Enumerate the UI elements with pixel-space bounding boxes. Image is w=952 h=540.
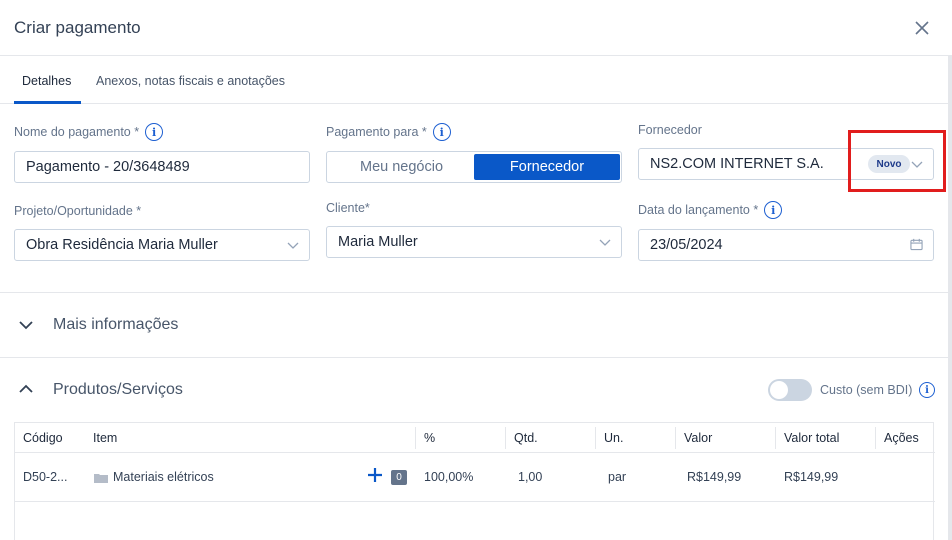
data-label: Data do lançamento * i xyxy=(638,201,783,219)
custo-toggle[interactable] xyxy=(768,379,812,401)
produtos-servicos-header[interactable]: Produtos/Serviços xyxy=(53,381,183,399)
cell-un: par xyxy=(608,470,627,484)
nome-value: Pagamento - 20/3648489 xyxy=(26,159,190,175)
cliente-label: Cliente* xyxy=(326,201,370,215)
column-separator xyxy=(415,427,416,449)
plus-icon[interactable] xyxy=(367,467,383,483)
projeto-label-text: Projeto/Oportunidade * xyxy=(14,204,142,218)
th-item: Item xyxy=(93,431,118,445)
fornecedor-label-text: Fornecedor xyxy=(638,123,702,137)
table-header: Código Item % Qtd. Un. Valor Valor total… xyxy=(15,423,935,453)
cell-valor: R$149,99 xyxy=(687,470,742,484)
highlight-box xyxy=(848,130,946,192)
cliente-select[interactable]: Maria Muller xyxy=(326,226,622,258)
projeto-select[interactable]: Obra Residência Maria Muller xyxy=(14,229,310,261)
pagamento-para-label: Pagamento para * i xyxy=(326,123,451,141)
cell-qtd: 1,00 xyxy=(518,470,543,484)
cliente-label-text: Cliente* xyxy=(326,201,370,215)
column-separator xyxy=(675,427,676,449)
data-label-text: Data do lançamento * xyxy=(638,203,759,217)
cliente-value: Maria Muller xyxy=(338,234,418,250)
scrollbar[interactable] xyxy=(948,56,952,540)
pagamento-para-label-text: Pagamento para * xyxy=(326,125,427,139)
mais-informacoes-header[interactable]: Mais informações xyxy=(53,316,178,334)
nome-label-text: Nome do pagamento * xyxy=(14,125,140,139)
info-icon[interactable]: i xyxy=(764,201,783,219)
toggle-knob xyxy=(770,381,788,399)
data-input[interactable]: 23/05/2024 xyxy=(638,229,934,261)
option-meu-negocio[interactable]: Meu negócio xyxy=(329,154,474,180)
close-icon[interactable] xyxy=(912,18,932,38)
tab-anexos[interactable]: Anexos, notas fiscais e anotações xyxy=(96,74,285,88)
info-icon[interactable]: i xyxy=(145,123,164,141)
th-percent: % xyxy=(424,431,436,445)
divider xyxy=(0,357,952,358)
tab-active-indicator xyxy=(14,101,81,104)
projeto-value: Obra Residência Maria Muller xyxy=(26,237,218,253)
modal-title: Criar pagamento xyxy=(14,18,141,37)
th-un: Un. xyxy=(604,431,624,445)
fornecedor-label: Fornecedor xyxy=(638,123,702,137)
projeto-label: Projeto/Oportunidade * xyxy=(14,204,141,218)
cell-valor-total: R$149,99 xyxy=(784,470,839,484)
modal-header: Criar pagamento xyxy=(0,0,952,56)
th-qtd: Qtd. xyxy=(514,431,538,445)
chevron-up-icon[interactable] xyxy=(19,382,33,396)
pagamento-para-toggle: Meu negócio Fornecedor xyxy=(326,151,622,183)
custo-toggle-label: Custo (sem BDI) xyxy=(820,383,913,397)
divider xyxy=(0,292,952,293)
calendar-icon[interactable] xyxy=(910,238,923,251)
column-separator xyxy=(875,427,876,449)
tab-bar: Detalhes Anexos, notas fiscais e anotaçõ… xyxy=(0,57,952,104)
column-separator xyxy=(775,427,776,449)
chevron-down-icon xyxy=(599,239,611,246)
table-row[interactable]: D50-2... Materiais elétricos 0 100,00% 1… xyxy=(15,454,935,502)
nome-input[interactable]: Pagamento - 20/3648489 xyxy=(14,151,310,183)
th-codigo: Código xyxy=(23,431,63,445)
option-fornecedor[interactable]: Fornecedor xyxy=(474,154,620,180)
fornecedor-value: NS2.COM INTERNET S.A. xyxy=(650,156,824,172)
item-count-badge: 0 xyxy=(391,470,407,485)
column-separator xyxy=(595,427,596,449)
info-icon[interactable]: i xyxy=(432,123,451,141)
cell-percent: 100,00% xyxy=(424,470,474,484)
th-acoes: Ações xyxy=(884,431,919,445)
data-value: 23/05/2024 xyxy=(650,237,723,253)
chevron-down-icon[interactable] xyxy=(19,318,33,332)
cell-item: Materiais elétricos xyxy=(113,470,214,484)
chevron-down-icon xyxy=(287,242,299,249)
nome-label: Nome do pagamento * i xyxy=(14,123,164,141)
info-icon[interactable]: i xyxy=(919,382,935,398)
products-table: Código Item % Qtd. Un. Valor Valor total… xyxy=(14,422,935,540)
th-valor: Valor xyxy=(684,431,713,445)
folder-icon xyxy=(94,474,108,483)
cell-codigo: D50-2... xyxy=(23,470,68,484)
tab-detalhes[interactable]: Detalhes xyxy=(22,74,71,88)
column-separator xyxy=(505,427,506,449)
th-valor-total: Valor total xyxy=(784,431,840,445)
